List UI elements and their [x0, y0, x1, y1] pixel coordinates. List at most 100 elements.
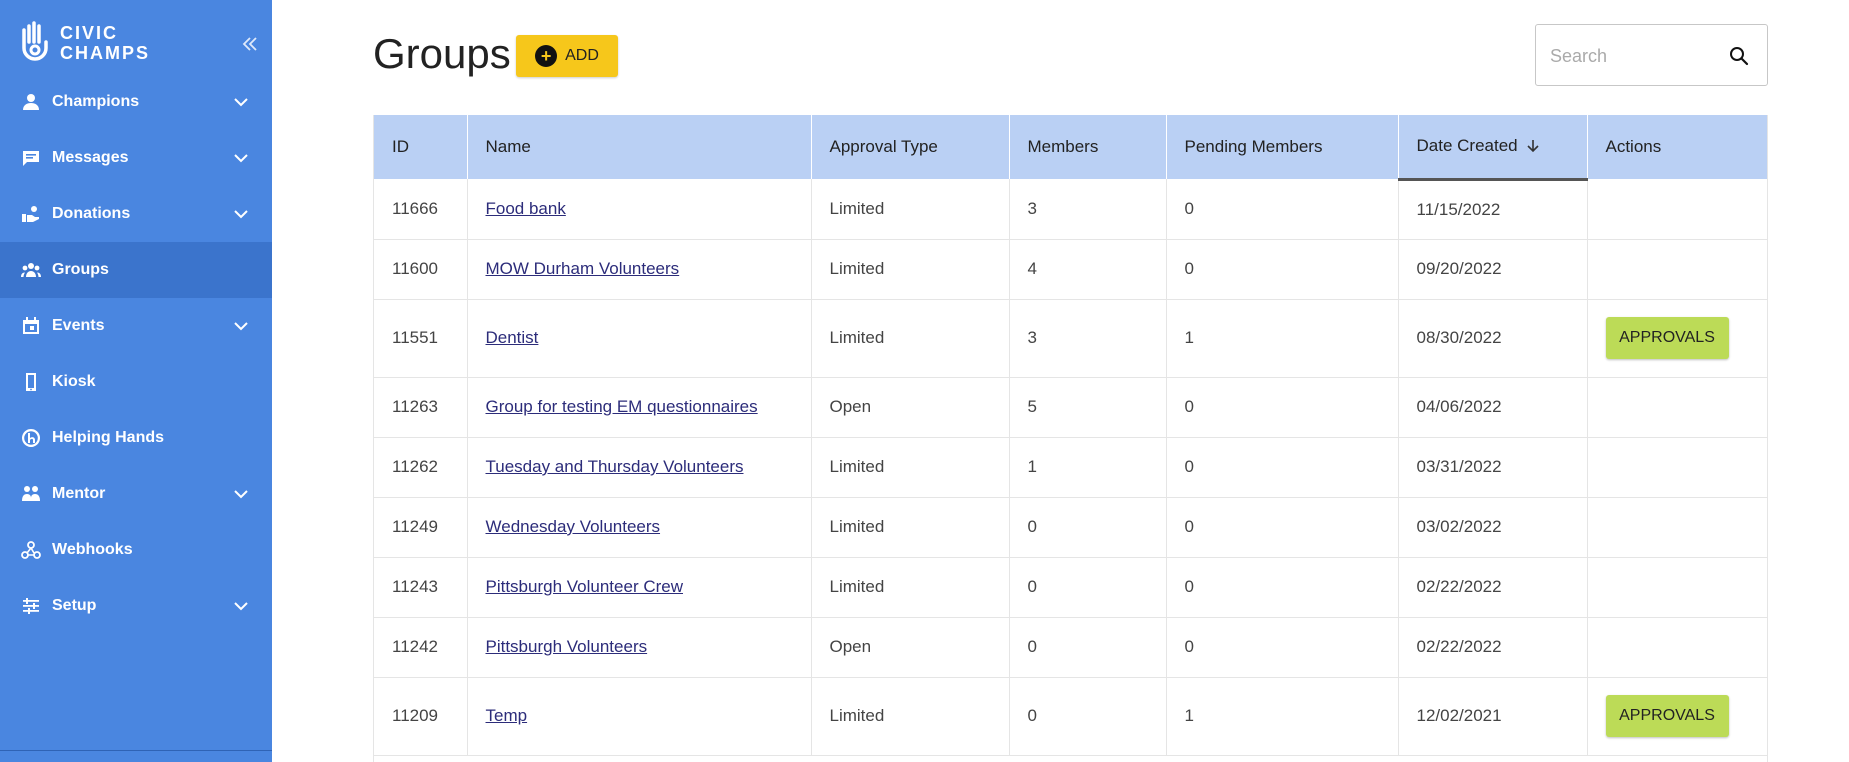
helping-hands-icon [20, 427, 42, 449]
brand-name: CIVIC CHAMPS [60, 23, 150, 63]
calendar-icon [20, 315, 42, 337]
chevron-down-icon[interactable] [232, 597, 250, 615]
cell-date-created: 04/06/2022 [1398, 377, 1588, 438]
collapse-sidebar-icon[interactable] [240, 34, 260, 54]
sidebar-item-label: Setup [52, 597, 97, 614]
column-header-label: Date Created [1416, 136, 1518, 156]
chevron-down-icon[interactable] [232, 485, 250, 503]
cell-date-created: 02/22/2022 [1398, 617, 1588, 678]
cell-date-created: 03/31/2022 [1398, 437, 1588, 498]
chevron-down-icon[interactable] [232, 93, 250, 111]
cell-date-created: 02/22/2022 [1398, 557, 1588, 618]
group-name-link[interactable]: Pittsburgh Volunteer Crew [486, 577, 684, 596]
cell-approval-type: Open [811, 377, 1010, 438]
table-body: 11666 Food bank Limited 3 0 11/15/2022 11600 MO… [374, 179, 1767, 756]
sidebar-item-donations[interactable]: Donations [0, 186, 272, 242]
column-header-members[interactable]: Members [1009, 115, 1167, 179]
cell-name: Group for testing EM questionnaires [467, 377, 812, 438]
cell-members: 0 [1009, 557, 1167, 618]
cell-approval-type: Limited [811, 179, 1010, 240]
table-row: 11666 Food bank Limited 3 0 11/15/2022 [374, 179, 1767, 240]
column-header-actions[interactable]: Actions [1587, 115, 1767, 179]
chevron-down-icon[interactable] [232, 317, 250, 335]
hand-logo-icon [22, 21, 48, 61]
cell-actions [1587, 497, 1767, 558]
cell-actions: APPROVALS [1587, 677, 1767, 756]
column-header-date-created[interactable]: Date Created [1398, 115, 1588, 181]
sidebar-item-champions[interactable]: Champions [0, 74, 272, 130]
brand-line2: CHAMPS [60, 43, 151, 63]
column-header-label: Name [485, 137, 531, 156]
group-name-link[interactable]: Temp [486, 706, 528, 725]
sidebar-nav: Champions Messages Donations Groups Events Ki… [0, 74, 272, 634]
group-name-link[interactable]: Wednesday Volunteers [486, 517, 661, 536]
sidebar-item-events[interactable]: Events [0, 298, 272, 354]
sidebar-item-mentor[interactable]: Mentor [0, 466, 272, 522]
column-header-label: Members [1027, 137, 1099, 156]
group-name-link[interactable]: Group for testing EM questionnaires [486, 397, 758, 416]
sidebar-item-label: Events [52, 317, 105, 334]
sidebar-item-helping-hands[interactable]: Helping Hands [0, 410, 272, 466]
chevron-down-icon[interactable] [232, 205, 250, 223]
sidebar-item-label: Kiosk [52, 373, 96, 390]
group-name-link[interactable]: Dentist [486, 328, 539, 347]
cell-id: 11249 [374, 497, 468, 558]
cell-members: 4 [1009, 239, 1167, 300]
sidebar-item-label: Champions [52, 93, 140, 110]
sidebar-item-label: Helping Hands [52, 429, 165, 446]
cell-date-created: 03/02/2022 [1398, 497, 1588, 558]
groups-table-container: ID Name Approval Type Members Pending Member… [373, 115, 1768, 762]
cell-date-created: 11/15/2022 [1398, 179, 1588, 240]
cell-pending-members: 0 [1166, 179, 1399, 240]
groups-table: ID Name Approval Type Members Pending Member… [374, 115, 1767, 756]
cell-name: Pittsburgh Volunteers [467, 617, 812, 678]
cell-id: 11551 [374, 299, 468, 378]
webhook-icon [20, 539, 42, 561]
cell-members: 3 [1009, 179, 1167, 240]
sidebar-item-kiosk[interactable]: Kiosk [0, 354, 272, 410]
column-header-id[interactable]: ID [374, 115, 468, 179]
cell-pending-members: 0 [1166, 377, 1399, 438]
column-header-pending-members[interactable]: Pending Members [1166, 115, 1399, 179]
plus-circle-icon: + [535, 45, 558, 67]
group-name-link[interactable]: MOW Durham Volunteers [486, 259, 680, 278]
civic-champs-logo[interactable]: CIVIC CHAMPS [18, 20, 150, 66]
cell-actions [1587, 557, 1767, 618]
group-name-link[interactable]: Tuesday and Thursday Volunteers [486, 457, 744, 476]
sidebar-item-messages[interactable]: Messages [0, 130, 272, 186]
donation-icon [20, 203, 42, 225]
cell-approval-type: Limited [811, 497, 1010, 558]
cell-approval-type: Limited [811, 557, 1010, 618]
sliders-icon [20, 595, 42, 617]
group-name-link[interactable]: Food bank [486, 199, 566, 218]
sidebar-item-webhooks[interactable]: Webhooks [0, 522, 272, 578]
table-row: 11262 Tuesday and Thursday Volunteers Limi… [374, 437, 1767, 498]
table-row: 11263 Group for testing EM questionnaires… [374, 377, 1767, 438]
cell-pending-members: 1 [1166, 677, 1399, 756]
search-box [1535, 24, 1768, 86]
cell-actions [1587, 617, 1767, 678]
sidebar-item-groups[interactable]: Groups [0, 242, 272, 298]
search-input[interactable] [1550, 43, 1720, 69]
cell-pending-members: 0 [1166, 437, 1399, 498]
cell-id: 11242 [374, 617, 468, 678]
add-group-button[interactable]: + ADD [516, 35, 618, 77]
cell-members: 3 [1009, 299, 1167, 378]
sort-descending-icon[interactable] [1526, 139, 1540, 153]
table-row: 11551 Dentist Limited 3 1 08/30/2022 APPROVALS [374, 299, 1767, 378]
cell-name: Dentist [467, 299, 812, 378]
column-header-approval-type[interactable]: Approval Type [811, 115, 1010, 179]
column-header-name[interactable]: Name [467, 115, 812, 179]
approvals-button[interactable]: APPROVALS [1605, 317, 1729, 359]
cell-members: 0 [1009, 677, 1167, 756]
sidebar-item-setup[interactable]: Setup [0, 578, 272, 634]
approvals-button[interactable]: APPROVALS [1605, 695, 1729, 737]
table-row: 11600 MOW Durham Volunteers Limited 4 0 09/20… [374, 239, 1767, 300]
sidebar-item-label: Messages [52, 149, 129, 166]
group-name-link[interactable]: Pittsburgh Volunteers [486, 637, 648, 656]
chevron-down-icon[interactable] [232, 149, 250, 167]
page-title: Groups [373, 30, 511, 77]
search-icon[interactable] [1729, 46, 1749, 66]
table-row: 11249 Wednesday Volunteers Limited 0 0 03/02/… [374, 497, 1767, 558]
cell-id: 11209 [374, 677, 468, 756]
